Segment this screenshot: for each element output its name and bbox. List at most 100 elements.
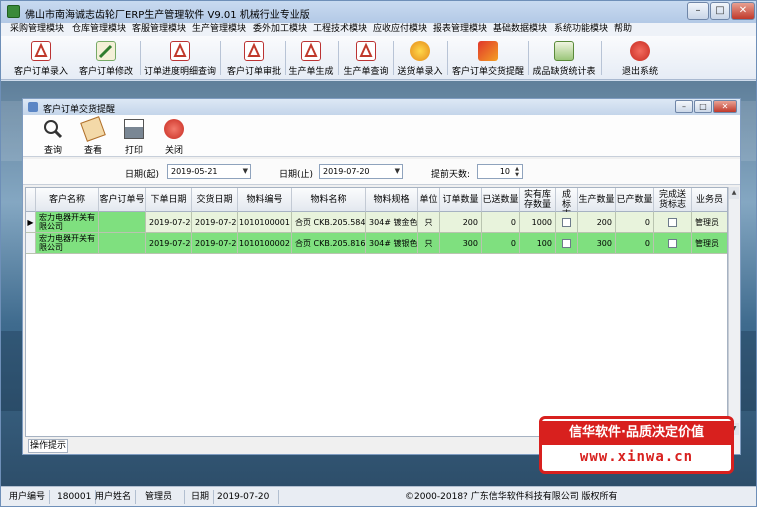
print-button[interactable]: 打印 [116,117,152,156]
maximize-button[interactable]: □ [710,2,730,20]
close-button[interactable]: ✕ [731,2,755,20]
menu-basic-data[interactable]: 基础数据模块 [493,23,547,36]
table-cell[interactable]: 1000 [520,212,556,233]
menu-warehouse[interactable]: 仓库管理模块 [72,23,126,36]
menu-outsourcing[interactable]: 委外加工模块 [253,23,307,36]
delivery-reminder-button[interactable]: 客户订单交货提醒 [451,39,525,77]
generated-checkbox[interactable] [562,238,571,248]
spin-arrows-icon[interactable]: ▲ ▼ [513,166,521,178]
table-cell[interactable]: 宏力电器开关有限公司 [36,212,99,233]
menu-customer-service[interactable]: 客服管理模块 [132,23,186,36]
column-header[interactable]: 生成标志 [556,188,578,220]
column-header[interactable]: 完成送货标志 [654,188,692,212]
operation-hint-tab[interactable]: 操作提示 [28,439,68,453]
child-maximize-button[interactable]: □ [694,100,712,113]
window-icon [28,102,38,112]
row-pointer-icon[interactable]: ▶ [26,212,36,233]
menu-system[interactable]: 系统功能模块 [554,23,608,36]
production-order-query-button[interactable]: 生产单查询 [341,39,391,77]
scroll-up-icon[interactable]: ▲ [729,187,739,199]
table-cell[interactable]: 300 [440,233,482,254]
lead-days-value: 10 [499,167,510,176]
table-cell[interactable]: 304# 镀金色 [366,212,418,233]
production-order-generate-button[interactable]: 生产单生成 [287,39,335,77]
notepad-icon [80,116,106,142]
column-header[interactable]: 客户订单号 [99,188,146,212]
edit-document-icon [96,41,116,61]
generated-checkbox[interactable] [562,217,571,227]
date-to-label: 日期(止) [279,170,314,180]
column-header[interactable]: 订单数量 [440,188,482,212]
menu-receivables[interactable]: 应收应付模块 [373,23,427,36]
table-cell[interactable]: 合页 CKB.205.816 [292,233,366,254]
shortage-report-button[interactable]: 成品缺货统计表 [531,39,597,77]
table-cell[interactable]: 2019-07-27 [192,233,238,254]
delivery-note-entry-button[interactable]: 送货单录入 [396,39,444,77]
column-header[interactable]: 客户名称 [36,188,99,212]
table-cell[interactable]: 只 [418,212,440,233]
child-close-button[interactable]: ✕ [713,100,737,113]
printer-icon [124,119,144,139]
column-header[interactable]: 已送数量 [482,188,520,212]
date-to-picker[interactable]: 2019-07-20 ▼ [319,164,403,179]
table-cell[interactable] [99,212,146,233]
table-cell[interactable]: 1010100001 [238,212,292,233]
table-cell[interactable]: 304# 镀银色 [366,233,418,254]
view-button[interactable]: 查看 [75,116,111,156]
table-cell[interactable]: 2019-07-20 [146,233,192,254]
exit-system-button[interactable]: 退出系统 [613,39,667,77]
table-cell[interactable]: 1010100002 [238,233,292,254]
table-cell[interactable]: 100 [520,233,556,254]
minimize-button[interactable]: – [687,2,709,20]
table-cell[interactable]: 200 [578,212,616,233]
child-minimize-button[interactable]: – [675,100,693,113]
date-from-value: 2019-05-21 [171,167,218,176]
order-progress-query-button[interactable]: 订单进度明细查询 [143,39,217,77]
table-cell[interactable]: 2019-07-27 [192,212,238,233]
table-cell[interactable]: 2019-07-20 [146,212,192,233]
column-header[interactable]: 业务员 [692,188,727,212]
table-cell[interactable]: 0 [616,233,654,254]
column-header[interactable]: 实有库存数量 [520,188,556,212]
column-header[interactable]: 物料规格 [366,188,418,212]
menu-production[interactable]: 生产管理模块 [192,23,246,36]
table-cell[interactable]: 200 [440,212,482,233]
table-cell[interactable]: 300 [578,233,616,254]
close-button[interactable]: 关闭 [156,117,192,156]
column-header[interactable]: 下单日期 [146,188,192,212]
toolbar-separator [528,41,529,75]
table-cell[interactable]: 0 [482,233,520,254]
completed-checkbox[interactable] [668,238,677,248]
column-header[interactable]: 已产数量 [616,188,654,212]
column-header[interactable]: 物料名称 [292,188,366,212]
column-header[interactable]: 交货日期 [192,188,238,212]
column-header[interactable]: 单位 [418,188,440,212]
table-cell[interactable]: 宏力电器开关有限公司 [36,233,99,254]
table-cell[interactable]: 管理员 [692,212,727,233]
table-cell[interactable] [99,233,146,254]
column-header[interactable]: 物料编号 [238,188,292,212]
date-label: 日期 [187,490,215,504]
table-cell[interactable]: 只 [418,233,440,254]
order-edit-button[interactable]: 客户订单修改 [75,39,137,77]
table-cell[interactable]: 合页 CKB.205.584 [292,212,366,233]
menu-engineering[interactable]: 工程技术模块 [313,23,367,36]
chevron-down-icon[interactable]: ▼ [395,165,400,178]
order-approval-button[interactable]: 客户订单审批 [223,39,285,77]
table-cell[interactable]: 0 [482,212,520,233]
menu-reports[interactable]: 报表管理模块 [433,23,487,36]
order-entry-button[interactable]: 客户订单录入 [11,39,71,77]
table-cell [556,212,578,233]
menu-purchase[interactable]: 采购管理模块 [10,23,64,36]
table-cell[interactable]: 管理员 [692,233,727,254]
lead-days-stepper[interactable]: 10 ▲ ▼ [477,164,523,179]
column-header[interactable]: 生产数量 [578,188,616,212]
query-button[interactable]: 查询 [35,117,71,156]
completed-checkbox[interactable] [668,217,677,227]
date-from-picker[interactable]: 2019-05-21 ▼ [167,164,251,179]
menu-help[interactable]: 帮助 [614,23,632,36]
row-header[interactable] [26,233,36,254]
vertical-scrollbar[interactable]: ▲ ▼ [728,187,739,437]
chevron-down-icon[interactable]: ▼ [243,165,248,178]
table-cell[interactable]: 0 [616,212,654,233]
